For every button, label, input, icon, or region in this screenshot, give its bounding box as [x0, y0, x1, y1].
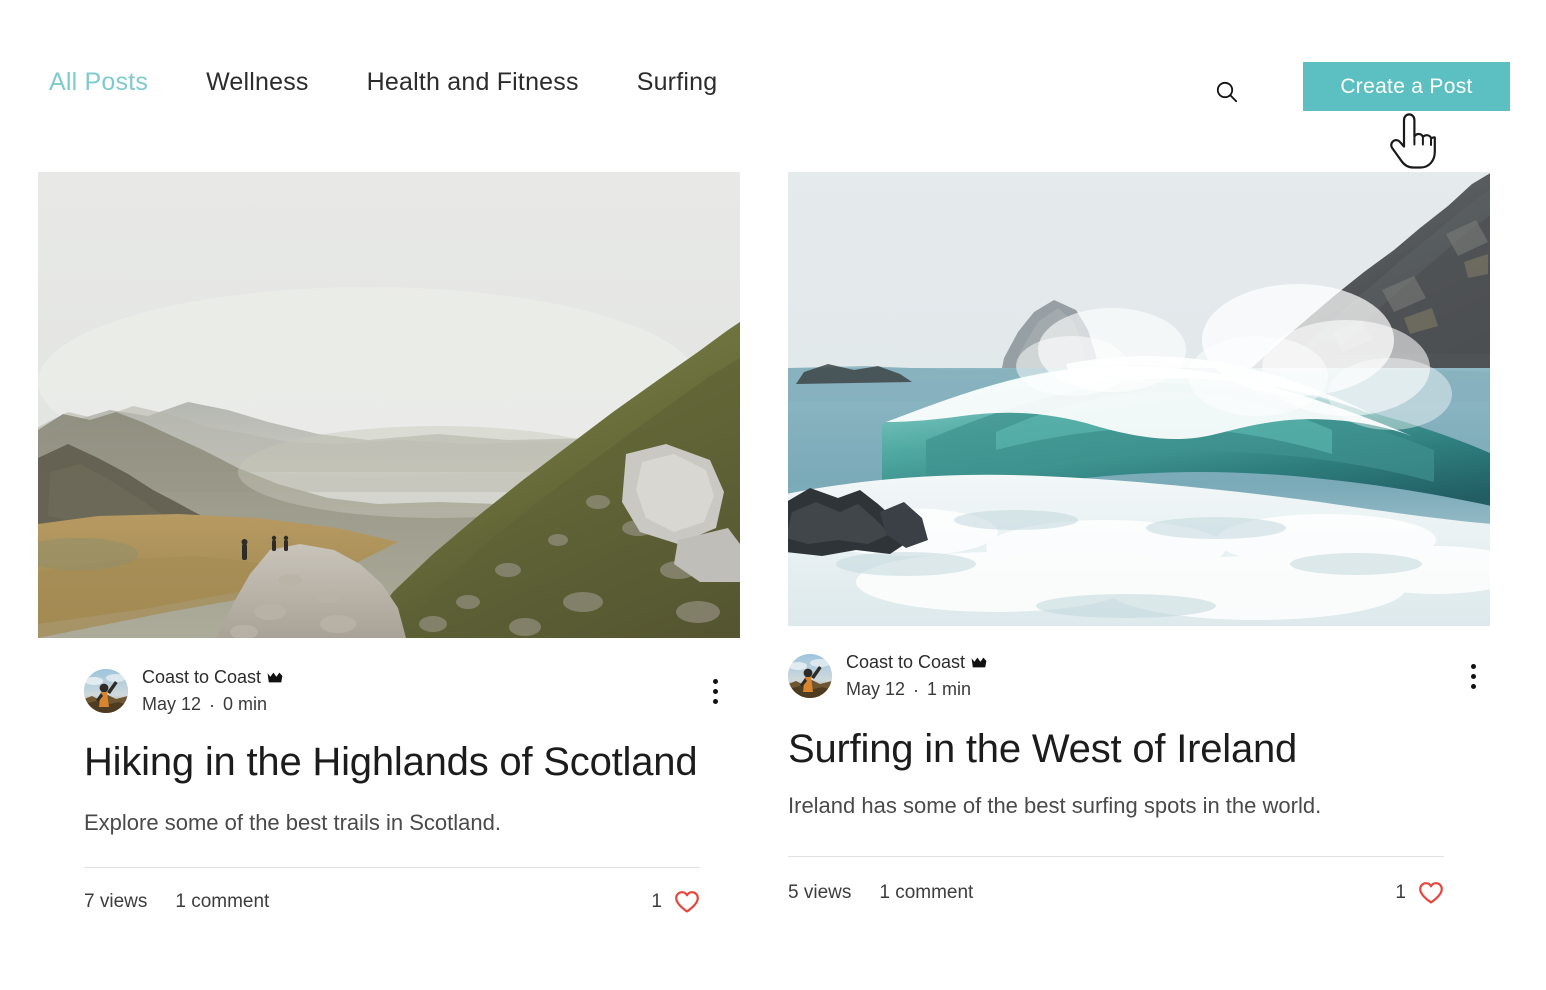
more-vertical-icon	[712, 688, 718, 694]
like-button[interactable]: 1	[1395, 881, 1444, 905]
avatar[interactable]	[84, 669, 128, 714]
crown-icon	[971, 657, 987, 668]
pointing-hand-cursor	[1390, 113, 1436, 169]
post-stats-row: 7 views 1 comment 1	[38, 890, 700, 914]
tab-health-and-fitness[interactable]: Health and Fitness	[367, 68, 579, 97]
ocean-wave-photo	[788, 172, 1490, 626]
crown-icon	[267, 672, 283, 683]
post-date-readtime: May 12 · 0 min	[142, 693, 283, 717]
post-title[interactable]: Hiking in the Highlands of Scotland	[38, 739, 740, 786]
author-line: Coast to Coast	[142, 666, 283, 690]
post-excerpt: Explore some of the best trails in Scotl…	[84, 809, 501, 835]
tab-all-posts[interactable]: All Posts	[49, 68, 148, 97]
separator: ·	[913, 679, 920, 700]
create-post-button[interactable]: Create a Post	[1303, 62, 1510, 111]
post-stats-row: 5 views 1 comment 1	[788, 881, 1444, 905]
post-date: May 12	[142, 693, 202, 714]
author-line: Coast to Coast	[846, 651, 987, 675]
post-more-options-button[interactable]	[698, 672, 732, 710]
post-read-time: 1 min	[927, 678, 972, 699]
category-tabs: All Posts Wellness Health and Fitness Su…	[49, 68, 717, 97]
post-date: May 12	[846, 678, 906, 699]
post-meta-row: Coast to Coast May 12 · 1 min	[788, 651, 1490, 702]
more-vertical-icon	[712, 678, 718, 684]
divider	[788, 856, 1444, 858]
post-title[interactable]: Surfing in the West of Ireland	[788, 726, 1490, 773]
divider	[84, 867, 700, 869]
author-name[interactable]: Coast to Coast	[846, 651, 965, 675]
avatar-image	[788, 654, 832, 699]
tab-surfing[interactable]: Surfing	[637, 68, 718, 97]
comment-count[interactable]: 1 comment	[879, 882, 973, 904]
comment-count[interactable]: 1 comment	[175, 891, 269, 913]
view-count: 5 views	[788, 882, 852, 904]
post-feed: Coast to Coast May 12 · 0 min Hiking in …	[0, 172, 1546, 914]
search-icon	[1216, 81, 1238, 103]
post-cover-image-surfing[interactable]	[788, 172, 1490, 626]
highland-trail-photo	[38, 172, 740, 638]
more-vertical-icon	[1470, 663, 1476, 669]
more-vertical-icon	[1470, 683, 1476, 689]
avatar[interactable]	[788, 654, 832, 699]
like-count: 1	[651, 891, 662, 913]
top-navigation-bar: All Posts Wellness Health and Fitness Su…	[0, 0, 1546, 169]
post-meta-text: Coast to Coast May 12 · 0 min	[142, 666, 283, 717]
more-vertical-icon	[712, 698, 718, 704]
post-card: Coast to Coast May 12 · 0 min Hiking in …	[38, 172, 740, 914]
author-name[interactable]: Coast to Coast	[142, 666, 261, 690]
like-count: 1	[1395, 882, 1406, 904]
post-meta-text: Coast to Coast May 12 · 1 min	[846, 651, 987, 702]
post-cover-image-hiking[interactable]	[38, 172, 740, 638]
tab-wellness[interactable]: Wellness	[206, 68, 309, 97]
like-button[interactable]: 1	[651, 890, 700, 914]
post-card: Coast to Coast May 12 · 1 min Surfing in…	[788, 172, 1490, 914]
view-count: 7 views	[84, 891, 148, 913]
search-button[interactable]	[1209, 74, 1245, 110]
post-read-time: 0 min	[223, 693, 268, 714]
post-date-readtime: May 12 · 1 min	[846, 678, 987, 702]
avatar-image	[84, 669, 128, 714]
post-more-options-button[interactable]	[1456, 657, 1490, 695]
post-meta-row: Coast to Coast May 12 · 0 min	[38, 666, 740, 717]
separator: ·	[209, 694, 216, 715]
more-vertical-icon	[1470, 673, 1476, 679]
heart-icon	[1419, 882, 1443, 904]
heart-icon	[675, 891, 699, 913]
post-excerpt: Ireland has some of the best surfing spo…	[788, 792, 1322, 818]
